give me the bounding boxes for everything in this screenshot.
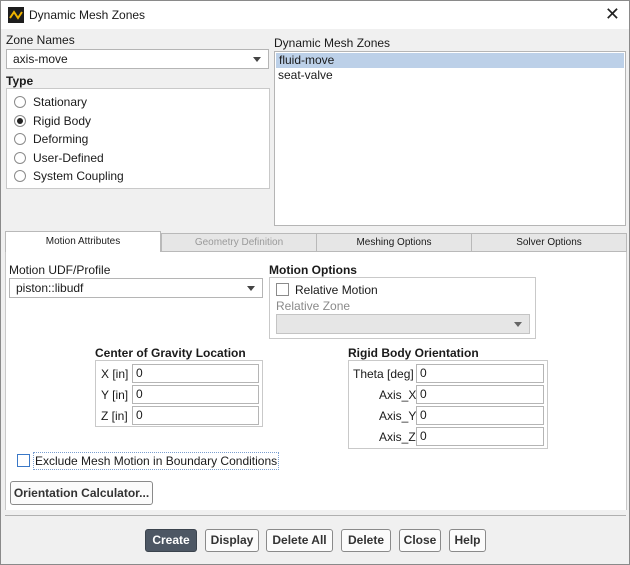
zone-names-label: Zone Names — [6, 33, 75, 47]
axis-z-input[interactable]: 0 — [416, 427, 544, 446]
axis-z-label: Axis_Z — [379, 430, 416, 444]
delete-all-button[interactable]: Delete All — [266, 529, 333, 552]
radio-button[interactable] — [14, 133, 26, 145]
orientation-label: Rigid Body Orientation — [348, 346, 479, 360]
help-button[interactable]: Help — [449, 529, 486, 552]
radio-deforming[interactable]: Deforming — [14, 132, 88, 146]
list-item[interactable]: seat-valve — [275, 68, 625, 83]
tab-motion-attributes[interactable]: Motion Attributes — [5, 231, 161, 253]
orientation-calculator-button[interactable]: Orientation Calculator... — [10, 481, 153, 505]
exclude-mesh-motion-label[interactable]: Exclude Mesh Motion in Boundary Conditio… — [33, 452, 280, 470]
title-bar: Dynamic Mesh Zones ✕ — [1, 1, 629, 29]
radio-button[interactable] — [14, 152, 26, 164]
app-icon — [8, 7, 24, 23]
cog-y-label: Y [in] — [101, 388, 129, 402]
theta-input[interactable]: 0 — [416, 364, 544, 383]
close-icon[interactable]: ✕ — [605, 5, 620, 23]
radio-label: Rigid Body — [33, 114, 92, 128]
zone-names-dropdown[interactable]: axis-move — [6, 49, 269, 69]
tab-solver-options[interactable]: Solver Options — [471, 233, 627, 252]
radio-label: System Coupling — [33, 169, 124, 183]
motion-options-label: Motion Options — [269, 263, 357, 277]
cog-group: X [in] 0 Y [in] 0 Z [in] 0 — [95, 360, 263, 427]
zone-names-value: axis-move — [13, 52, 68, 66]
radio-stationary[interactable]: Stationary — [14, 95, 87, 109]
motion-udf-value: piston::libudf — [16, 281, 84, 295]
close-button[interactable]: Close — [399, 529, 441, 552]
motion-udf-dropdown[interactable]: piston::libudf — [9, 278, 263, 298]
radio-button-selected[interactable] — [14, 115, 26, 127]
exclude-mesh-motion-checkbox[interactable] — [17, 454, 30, 467]
radio-button[interactable] — [14, 170, 26, 182]
radio-system-coupling[interactable]: System Coupling — [14, 169, 124, 183]
cog-y-input[interactable]: 0 — [132, 385, 259, 404]
tab-geometry-definition[interactable]: Geometry Definition — [161, 233, 317, 252]
radio-label: User-Defined — [33, 151, 104, 165]
axis-y-input[interactable]: 0 — [416, 406, 544, 425]
tab-meshing-options[interactable]: Meshing Options — [316, 233, 472, 252]
dynamic-mesh-zones-dialog: Dynamic Mesh Zones ✕ Zone Names axis-mov… — [0, 0, 630, 565]
window-title: Dynamic Mesh Zones — [29, 8, 146, 22]
axis-x-label: Axis_X — [379, 388, 417, 402]
radio-label: Stationary — [33, 95, 88, 109]
orientation-group: Theta [deg] 0 Axis_X 0 Axis_Y 0 Axis_Z 0 — [348, 360, 548, 449]
dynamic-mesh-zones-list[interactable]: fluid-move seat-valve — [274, 51, 626, 226]
relative-zone-label: Relative Zone — [276, 299, 351, 313]
theta-label: Theta [deg] — [353, 367, 414, 381]
relative-motion-checkbox[interactable] — [276, 283, 289, 296]
axis-y-label: Axis_Y — [379, 409, 417, 423]
radio-button[interactable] — [14, 96, 26, 108]
relative-zone-dropdown[interactable] — [276, 314, 530, 334]
dynamic-mesh-zones-label: Dynamic Mesh Zones — [274, 36, 391, 50]
cog-x-label: X [in] — [101, 367, 129, 381]
chevron-down-icon — [247, 286, 255, 291]
type-group: Stationary Rigid Body Deforming User-Def… — [6, 88, 270, 189]
cog-z-input[interactable]: 0 — [132, 406, 259, 425]
type-label: Type — [6, 74, 34, 88]
chevron-down-icon — [514, 322, 522, 327]
display-button[interactable]: Display — [205, 529, 259, 552]
chevron-down-icon — [253, 57, 261, 62]
list-item[interactable]: fluid-move — [276, 53, 624, 68]
create-button[interactable]: Create — [145, 529, 197, 552]
motion-udf-label: Motion UDF/Profile — [9, 263, 111, 277]
radio-rigid-body[interactable]: Rigid Body — [14, 114, 91, 128]
radio-user-defined[interactable]: User-Defined — [14, 151, 104, 165]
cog-label: Center of Gravity Location — [95, 346, 246, 360]
divider — [5, 515, 626, 516]
radio-label: Deforming — [33, 132, 89, 146]
motion-options-group: Relative Motion Relative Zone — [269, 277, 536, 339]
axis-x-input[interactable]: 0 — [416, 385, 544, 404]
relative-motion-label: Relative Motion — [295, 283, 378, 297]
delete-button[interactable]: Delete — [341, 529, 391, 552]
cog-z-label: Z [in] — [101, 409, 128, 423]
cog-x-input[interactable]: 0 — [132, 364, 259, 383]
tab-bar: Motion Attributes Geometry Definition Me… — [5, 231, 627, 253]
